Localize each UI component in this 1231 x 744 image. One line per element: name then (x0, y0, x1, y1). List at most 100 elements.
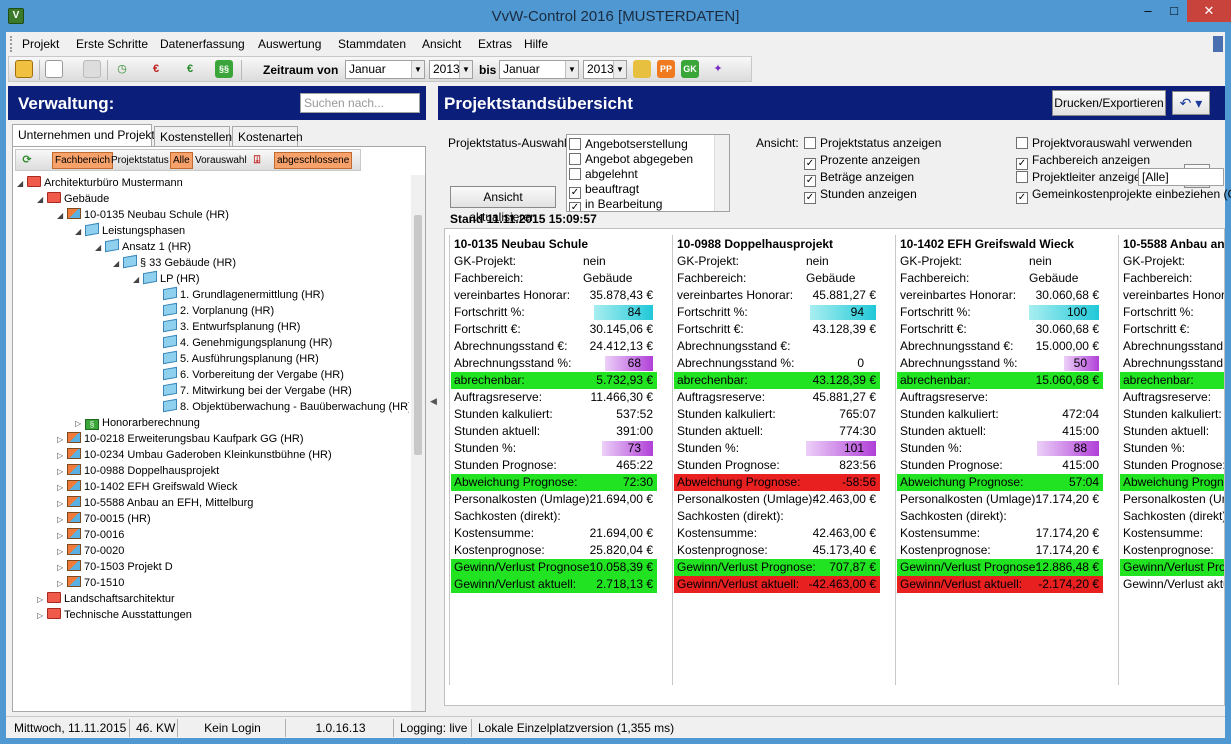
tab-kostenarten[interactable]: Kostenarten (232, 126, 303, 146)
menu-overflow-icon[interactable] (1213, 36, 1223, 52)
expand-icon[interactable]: ▷ (57, 464, 67, 480)
expand-icon[interactable]: ◢ (95, 240, 105, 256)
menu-datenerfassung[interactable]: Datenerfassung (160, 37, 245, 51)
tree-node[interactable]: ▷ 10-1402 EFH Greifswald Wieck (57, 479, 237, 495)
expand-icon[interactable]: ▷ (57, 560, 67, 576)
tree-node[interactable]: ▷ 10-0218 Erweiterungsbau Kaufpark GG (HR… (57, 431, 304, 447)
undo-icon[interactable]: ↶ ▾ (1172, 91, 1210, 115)
checkbox-checked-icon[interactable]: ✓ (804, 175, 816, 187)
clock-icon[interactable]: ◷ (113, 60, 131, 78)
option-stunden[interactable]: ✓ Stunden anzeigen (804, 187, 917, 204)
checkbox-checked-icon[interactable]: ✓ (569, 202, 581, 211)
filter-vorauswahl[interactable]: Vorauswahl (192, 152, 250, 169)
expand-icon[interactable]: ◢ (17, 176, 27, 192)
filter-alle[interactable]: Alle (170, 152, 193, 169)
search-input[interactable]: Suchen nach... (300, 93, 420, 113)
checkbox-icon[interactable] (569, 153, 581, 165)
expand-icon[interactable]: ▷ (37, 608, 47, 624)
scrollbar-thumb[interactable] (414, 215, 422, 455)
to-month-select[interactable]: Januar ▼ (499, 60, 579, 79)
tree-node[interactable]: ◢ LP (HR) (133, 270, 200, 287)
tree-scrollbar[interactable] (411, 175, 425, 711)
tree-node[interactable]: 2. Vorplanung (HR) (153, 302, 274, 319)
status-item[interactable]: Angebotserstellung (569, 137, 688, 152)
option-projektleiter[interactable]: Projektleiter anzeigen (1016, 170, 1147, 184)
expand-icon[interactable]: ▷ (57, 448, 67, 464)
checkbox-icon[interactable] (804, 137, 816, 149)
minimize-button[interactable]: – (1135, 0, 1161, 22)
expand-icon[interactable]: ▷ (57, 544, 67, 560)
menu-stammdaten[interactable]: Stammdaten (338, 37, 406, 51)
tree-node[interactable]: ▷ Landschaftsarchitektur (37, 591, 175, 607)
tree-node[interactable]: ▷ 10-5588 Anbau an EFH, Mittelburg (57, 495, 253, 511)
calendar-icon[interactable] (15, 60, 33, 78)
expand-icon[interactable]: ▷ (57, 432, 67, 448)
tree-node[interactable]: 3. Entwurfsplanung (HR) (153, 318, 300, 335)
option-projektvorauswahl[interactable]: Projektvorauswahl verwenden (1016, 136, 1192, 150)
expand-icon[interactable]: ▷ (75, 416, 85, 432)
edit-document-icon[interactable] (83, 60, 101, 78)
tree-node[interactable]: ▷ 70-0020 (57, 543, 124, 559)
expand-icon[interactable]: ▷ (57, 576, 67, 592)
tree-node[interactable]: ▷ 10-0988 Doppelhausprojekt (57, 463, 219, 479)
option-gemeinkosten[interactable]: ✓ Gemeinkostenprojekte einbeziehen (GK) (1016, 187, 1231, 204)
menu-hilfe[interactable]: Hilfe (524, 37, 548, 51)
tree-node[interactable]: 1. Grundlagenermittlung (HR) (153, 286, 324, 303)
option-prozente[interactable]: ✓ Prozente anzeigen (804, 153, 920, 170)
checkbox-icon[interactable] (1016, 137, 1028, 149)
expand-icon[interactable]: ▷ (57, 496, 67, 512)
checkbox-checked-icon[interactable]: ✓ (804, 192, 816, 204)
tree-node[interactable]: ▷ 10-0234 Umbau Gaderoben Kleinkunstbühne… (57, 447, 332, 463)
checkbox-icon[interactable] (569, 138, 581, 150)
checkbox-checked-icon[interactable]: ✓ (804, 158, 816, 170)
tree-node[interactable]: ◢ Gebäude (37, 191, 109, 207)
gk-icon[interactable]: GK (681, 60, 699, 78)
listbox-scrollbar[interactable] (714, 135, 729, 211)
option-fachbereich[interactable]: ✓ Fachbereich anzeigen (1016, 153, 1150, 170)
refresh-icon[interactable]: ⟳ (18, 151, 36, 169)
section-icon[interactable]: §§ (215, 60, 233, 78)
menu-extras[interactable]: Extras (478, 37, 512, 51)
checkbox-icon[interactable] (1016, 171, 1028, 183)
expand-icon[interactable]: ▷ (37, 592, 47, 608)
tab-unternehmen[interactable]: Unternehmen und Projekte (12, 124, 161, 146)
to-year-select[interactable]: 2013 ▼ (583, 60, 627, 79)
expand-icon[interactable]: ▷ (57, 480, 67, 496)
expand-icon[interactable]: ◢ (37, 192, 47, 208)
euro-green-icon[interactable]: € (181, 60, 199, 78)
status-listbox[interactable]: Angebotserstellung Angebot abgegeben abg… (566, 134, 730, 212)
expand-icon[interactable]: ◢ (113, 256, 123, 272)
tree-node[interactable]: ◢ Leistungsphasen (75, 222, 185, 240)
checkbox-icon[interactable] (569, 168, 581, 180)
filter-fachbereich[interactable]: Fachbereich (52, 152, 114, 169)
from-year-select[interactable]: 2013 ▼ (429, 60, 473, 79)
expand-icon[interactable]: ◢ (75, 224, 85, 240)
from-month-select[interactable]: Januar ▼ (345, 60, 425, 79)
menu-erste-schritte[interactable]: Erste Schritte (76, 37, 148, 51)
status-item[interactable]: ✓ in Bearbeitung (569, 197, 662, 211)
new-document-icon[interactable] (45, 60, 63, 78)
filter-abgeschlossene[interactable]: abgeschlossene (274, 152, 353, 169)
refresh-view-button[interactable]: Ansicht aktualisieren (450, 186, 556, 224)
tree-node[interactable]: ◢ Ansatz 1 (HR) (95, 238, 191, 256)
tree-node[interactable]: 8. Objektüberwachung - Bauüberwachung (H… (153, 398, 409, 415)
filter-icon[interactable]: ⍗ (248, 151, 266, 169)
close-button[interactable]: ✕ (1187, 0, 1231, 22)
tree-node[interactable]: ▷ 70-0016 (57, 527, 124, 543)
option-betraege[interactable]: ✓ Beträge anzeigen (804, 170, 914, 187)
checkbox-checked-icon[interactable]: ✓ (1016, 192, 1028, 204)
coins-icon[interactable] (633, 60, 651, 78)
tree-node[interactable]: ▷ 70-0015 (HR) (57, 511, 151, 527)
status-item[interactable]: abgelehnt (569, 167, 638, 182)
pp-icon[interactable]: PP (657, 60, 675, 78)
maximize-button[interactable]: □ (1161, 0, 1187, 22)
menu-auswertung[interactable]: Auswertung (258, 37, 321, 51)
wizard-icon[interactable]: ✦ (709, 60, 727, 78)
tab-kostenstellen[interactable]: Kostenstellen (154, 126, 232, 146)
print-export-button[interactable]: Drucken/Exportieren (1052, 90, 1166, 116)
splitter-collapse-icon[interactable]: ◀ (430, 396, 437, 407)
euro-icon[interactable]: € (147, 60, 165, 78)
tree-node[interactable]: 4. Genehmigungsplanung (HR) (153, 334, 332, 351)
tree-node[interactable]: ▷ Technische Ausstattungen (37, 607, 192, 623)
tree-node[interactable]: ◢ 10-0135 Neubau Schule (HR) (57, 207, 229, 223)
